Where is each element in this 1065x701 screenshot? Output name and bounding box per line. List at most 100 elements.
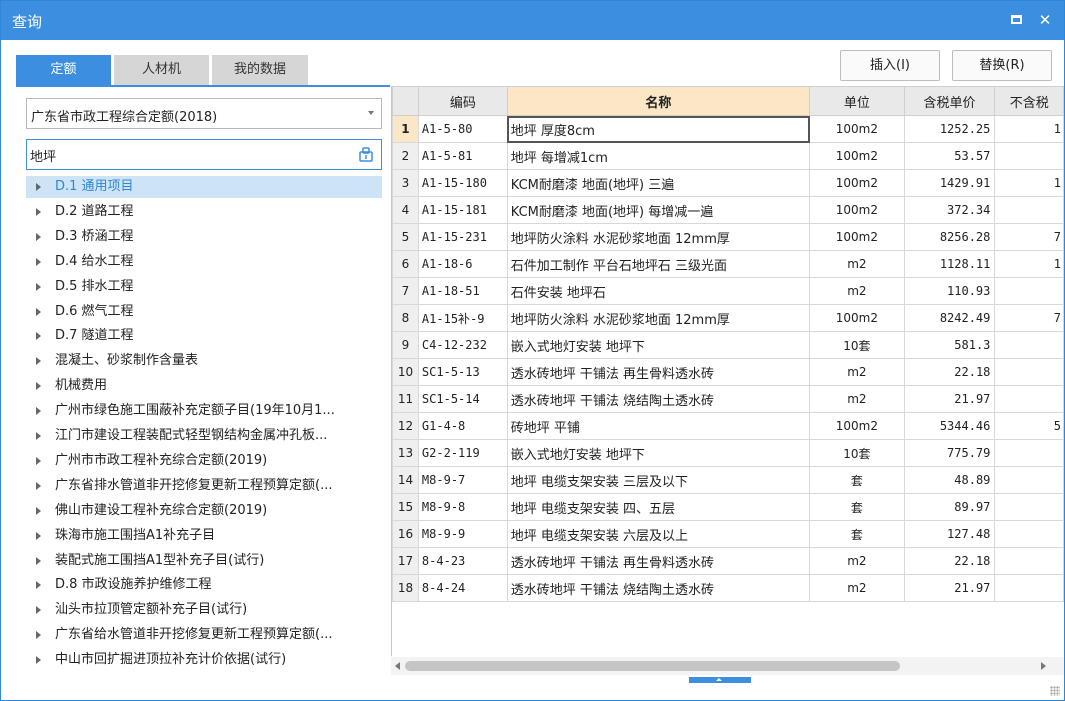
code-cell[interactable]: A1-15-180 <box>417 169 508 197</box>
tree-item[interactable]: 装配式施工围挡A1型补充子目(试行) <box>26 550 382 572</box>
price-cell[interactable]: 8242.49 <box>903 304 996 332</box>
tree-item[interactable]: 佛山市建设工程补充综合定额(2019) <box>26 500 382 522</box>
unit-cell[interactable]: m2 <box>809 547 905 575</box>
name-cell[interactable]: 地坪防火涂料 水泥砂浆地面 12mm厚 <box>506 223 811 251</box>
tree-item[interactable]: 汕头市拉顶管定额补充子目(试行) <box>26 599 382 621</box>
name-cell[interactable]: 透水砖地坪 干铺法 再生骨料透水砖 <box>506 547 811 575</box>
tree-item[interactable]: 江门市建设工程装配式轻型钢结构金属冲孔板... <box>26 425 382 447</box>
tax-excluded-cell[interactable] <box>994 142 1064 170</box>
price-cell[interactable]: 127.48 <box>903 520 996 548</box>
expand-arrow-icon[interactable] <box>36 207 41 216</box>
price-cell[interactable]: 8256.28 <box>903 223 996 251</box>
row-number[interactable]: 1 <box>392 115 419 143</box>
tax-excluded-cell[interactable]: 1 <box>994 169 1064 197</box>
tax-excluded-cell[interactable] <box>994 466 1064 494</box>
price-cell[interactable]: 89.97 <box>903 493 996 521</box>
code-cell[interactable]: SC1-5-13 <box>417 358 508 386</box>
code-cell[interactable]: C4-12-232 <box>417 331 508 359</box>
price-cell[interactable]: 775.79 <box>903 439 996 467</box>
tree-item[interactable]: 广东省排水管道非开挖修复更新工程预算定额(... <box>26 475 382 497</box>
name-cell[interactable]: 地坪防火涂料 水泥砂浆地面 12mm厚 <box>506 304 811 332</box>
expand-arrow-icon[interactable] <box>36 581 41 590</box>
quota-library-select[interactable]: 广东省市政工程综合定额(2018) <box>26 98 382 129</box>
unit-cell[interactable]: 100m2 <box>809 142 905 170</box>
expand-arrow-icon[interactable] <box>36 531 41 540</box>
collapse-panel-handle[interactable] <box>689 677 751 683</box>
table-row[interactable]: 1 A1-5-80 地坪 厚度8cm 100m2 1252.25 1 <box>392 115 1064 143</box>
unit-cell[interactable]: 100m2 <box>809 169 905 197</box>
tree-item[interactable]: 广州市绿色施工围蔽补充定额子目(19年10月1... <box>26 400 382 422</box>
code-cell[interactable]: 8-4-23 <box>417 547 508 575</box>
replace-button[interactable]: 替换(R) <box>952 50 1052 81</box>
table-row[interactable]: 16 M8-9-9 地坪 电缆支架安装 六层及以上套 127.48 <box>392 520 1064 548</box>
unit-cell[interactable]: 100m2 <box>809 412 905 440</box>
name-cell[interactable]: 透水砖地坪 干铺法 烧结陶土透水砖 <box>506 385 811 413</box>
tax-excluded-cell[interactable]: 7 <box>994 223 1064 251</box>
code-cell[interactable]: M8-9-8 <box>417 493 508 521</box>
name-cell[interactable]: KCM耐磨漆 地面(地坪) 三遍 <box>506 169 811 197</box>
unit-cell[interactable]: 100m2 <box>809 196 905 224</box>
search-input[interactable] <box>30 145 350 165</box>
scroll-left-icon[interactable] <box>395 662 400 670</box>
row-number[interactable]: 3 <box>392 169 419 197</box>
tree-item[interactable]: 珠海市施工围挡A1补充子目 <box>26 525 382 547</box>
code-cell[interactable]: A1-5-80 <box>417 115 508 143</box>
price-cell[interactable]: 48.89 <box>903 466 996 494</box>
row-number[interactable]: 9 <box>392 331 419 359</box>
unit-header[interactable]: 单位 <box>809 86 905 116</box>
price-cell[interactable]: 22.18 <box>903 547 996 575</box>
name-cell[interactable]: 嵌入式地灯安装 地坪下 <box>506 439 811 467</box>
unit-cell[interactable]: 10套 <box>809 331 905 359</box>
tax-excluded-cell[interactable] <box>994 520 1064 548</box>
table-row[interactable]: 2 A1-5-81 地坪 每增减1cm 100m2 53.57 <box>392 142 1064 170</box>
unit-cell[interactable]: 套 <box>809 493 905 521</box>
tax-excluded-cell[interactable]: 7 <box>994 304 1064 332</box>
code-cell[interactable]: G2-2-119 <box>417 439 508 467</box>
code-cell[interactable]: A1-15-181 <box>417 196 508 224</box>
tree-item[interactable]: D.6 燃气工程 <box>26 301 382 323</box>
expand-arrow-icon[interactable] <box>36 481 41 490</box>
expand-arrow-icon[interactable] <box>36 282 41 291</box>
expand-arrow-icon[interactable] <box>36 183 41 191</box>
resize-grip-icon[interactable] <box>1050 686 1060 696</box>
tree-item[interactable]: D.2 道路工程 <box>26 201 382 223</box>
code-cell[interactable]: A1-15补-9 <box>417 304 508 332</box>
search-icon[interactable] <box>359 147 373 162</box>
row-number[interactable]: 17 <box>392 547 419 575</box>
table-row[interactable]: 12 G1-4-8 砖地坪 平铺 100m2 5344.46 5 <box>392 412 1064 440</box>
tree-item[interactable]: 广州市市政工程补充综合定额(2019) <box>26 450 382 472</box>
name-cell[interactable]: 地坪 厚度8cm <box>506 115 811 143</box>
expand-arrow-icon[interactable] <box>36 556 41 565</box>
name-cell[interactable]: 砖地坪 平铺 <box>506 412 811 440</box>
table-row[interactable]: 18 8-4-24 透水砖地坪 干铺法 烧结陶土透水砖 m2 21.97 <box>392 574 1064 602</box>
table-row[interactable]: 11 SC1-5-14 透水砖地坪 干铺法 烧结陶土透水砖 m2 21.97 <box>392 385 1064 413</box>
unit-cell[interactable]: m2 <box>809 250 905 278</box>
name-cell[interactable]: 地坪 电缆支架安装 六层及以上 <box>506 520 811 548</box>
unit-cell[interactable]: m2 <box>809 385 905 413</box>
table-row[interactable]: 17 8-4-23 透水砖地坪 干铺法 再生骨料透水砖 m2 22.18 <box>392 547 1064 575</box>
expand-arrow-icon[interactable] <box>36 232 41 241</box>
name-cell[interactable]: 透水砖地坪 干铺法 再生骨料透水砖 <box>506 358 811 386</box>
name-cell[interactable]: KCM耐磨漆 地面(地坪) 每增减一遍 <box>506 196 811 224</box>
tax-excluded-cell[interactable] <box>994 196 1064 224</box>
table-row[interactable]: 5 A1-15-231 地坪防火涂料 水泥砂浆地面 12mm厚 100m2 8256.2… <box>392 223 1064 251</box>
row-number[interactable]: 4 <box>392 196 419 224</box>
search-box[interactable] <box>26 139 382 170</box>
tax-excluded-cell[interactable] <box>994 331 1064 359</box>
tree-item[interactable]: 机械费用 <box>26 375 382 397</box>
expand-arrow-icon[interactable] <box>36 456 41 465</box>
row-number[interactable]: 2 <box>392 142 419 170</box>
tree-item[interactable]: 混凝土、砂浆制作含量表 <box>26 350 382 372</box>
code-cell[interactable]: 8-4-24 <box>417 574 508 602</box>
code-cell[interactable]: A1-5-81 <box>417 142 508 170</box>
price-cell[interactable]: 581.3 <box>903 331 996 359</box>
maximize-icon[interactable] <box>1004 7 1028 33</box>
expand-arrow-icon[interactable] <box>36 407 41 416</box>
unit-cell[interactable]: 10套 <box>809 439 905 467</box>
expand-arrow-icon[interactable] <box>36 606 41 615</box>
tree-item[interactable]: D.4 给水工程 <box>26 251 382 273</box>
price-cell[interactable]: 372.34 <box>903 196 996 224</box>
scroll-thumb[interactable] <box>405 661 900 671</box>
name-cell[interactable]: 石件安装 地坪石 <box>506 277 811 305</box>
table-row[interactable]: 6 A1-18-6 石件加工制作 平台石地坪石 三级光面 m2 1128.11 1 <box>392 250 1064 278</box>
